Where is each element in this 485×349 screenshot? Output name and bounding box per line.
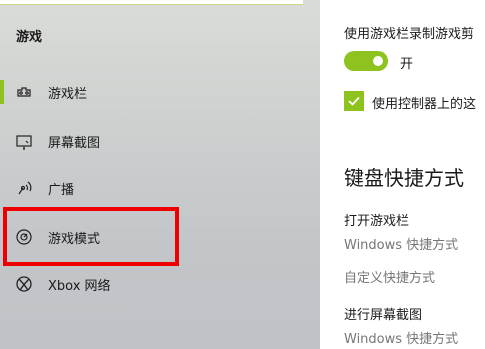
checkmark-icon: [348, 96, 360, 106]
section-title: 游戏: [16, 30, 43, 45]
keyboard-shortcuts-heading: 键盘快捷方式: [344, 166, 464, 190]
game-bar-icon: [14, 82, 34, 102]
shortcut-value-field[interactable]: Windows 快捷方式: [344, 234, 458, 253]
toggle-state-label: 开: [400, 57, 414, 72]
search-box-edge[interactable]: [0, 0, 303, 5]
toggle-knob: [373, 56, 383, 66]
controller-checkbox[interactable]: [344, 91, 364, 111]
sidebar-item-label: 屏幕截图: [48, 135, 101, 151]
shortcut-value-field[interactable]: Windows 快捷方式: [344, 328, 458, 347]
record-toggle[interactable]: [344, 51, 388, 71]
xbox-icon: [14, 274, 34, 294]
settings-sidebar: 游戏 游戏栏 屏幕截图 广播 游戏模式 Xbox 网络: [0, 0, 320, 349]
selection-indicator: [0, 80, 4, 104]
custom-shortcut-field[interactable]: 自定义快捷方式: [344, 267, 435, 286]
sidebar-item-broadcasting[interactable]: 广播: [0, 168, 320, 208]
capture-icon: [14, 131, 34, 151]
sidebar-item-label: Xbox 网络: [48, 278, 111, 294]
sidebar-item-xbox-networking[interactable]: Xbox 网络: [0, 264, 320, 304]
controller-checkbox-label: 使用控制器上的这: [372, 97, 477, 112]
highlight-annotation-box: [3, 207, 179, 266]
broadcast-icon: [14, 178, 34, 198]
record-setting-label: 使用游戏栏录制游戏剪: [344, 27, 475, 42]
sidebar-item-label: 游戏栏: [48, 86, 88, 102]
sidebar-item-captures[interactable]: 屏幕截图: [0, 121, 320, 161]
shortcut-title: 打开游戏栏: [344, 214, 410, 229]
sidebar-item-game-bar[interactable]: 游戏栏: [0, 72, 320, 112]
shortcut-title: 进行屏幕截图: [344, 308, 423, 323]
sidebar-item-label: 广播: [48, 182, 75, 198]
